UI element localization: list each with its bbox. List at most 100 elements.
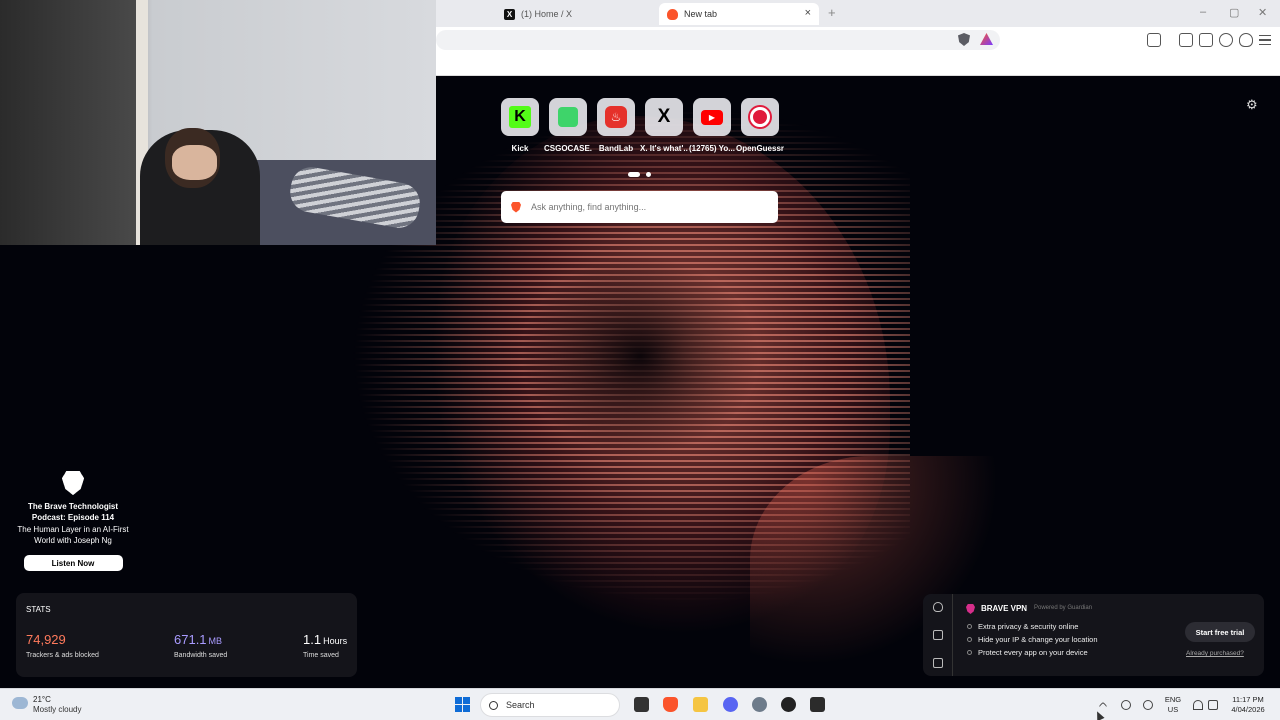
menu-icon[interactable] bbox=[1259, 35, 1271, 45]
address-bar[interactable] bbox=[436, 30, 1000, 50]
onedrive-icon[interactable] bbox=[1121, 700, 1131, 710]
tab-new-tab[interactable]: New tab × bbox=[659, 3, 819, 25]
webcam-door bbox=[0, 0, 140, 245]
brave-taskbar-icon[interactable] bbox=[663, 697, 678, 712]
settings-icon[interactable] bbox=[752, 697, 767, 712]
pager-dot-active[interactable] bbox=[628, 172, 640, 177]
language-indicator[interactable]: ENG US bbox=[1163, 695, 1183, 715]
bandwidth-value: 671.1 bbox=[174, 632, 207, 647]
youtube-icon: ▶ bbox=[701, 109, 723, 125]
kick-icon: K bbox=[509, 106, 531, 128]
search-icon bbox=[489, 700, 498, 710]
taskbar-search[interactable]: Search bbox=[480, 693, 620, 717]
task-view-icon[interactable] bbox=[634, 697, 649, 712]
stat-bandwidth: 671.1 MB Bandwidth saved bbox=[174, 631, 227, 659]
close-window-button[interactable]: ✕ bbox=[1258, 6, 1267, 19]
windows-taskbar: 21°C Mostly cloudy Search ENG US 11:17 PM… bbox=[0, 688, 1280, 720]
vpn-feature-text: Extra privacy & security online bbox=[978, 622, 1079, 631]
rewards-icon[interactable] bbox=[933, 630, 943, 640]
podcast-promo: The Brave Technologist Podcast: Episode … bbox=[14, 471, 132, 571]
stat-trackers: 74,929 Trackers & ads blocked bbox=[26, 631, 99, 659]
stats-widget: STATS 74,929 Trackers & ads blocked 671.… bbox=[16, 593, 357, 677]
vpn-title: BRAVE VPN bbox=[981, 604, 1028, 613]
vpn-widget: BRAVE VPN Powered by Guardian Extra priv… bbox=[923, 594, 1264, 676]
vpn-feature-text: Hide your IP & change your location bbox=[978, 635, 1098, 644]
brave-logo-icon bbox=[511, 201, 521, 213]
top-site-csgocase[interactable]: CSGOCASE... bbox=[544, 98, 592, 153]
top-site-label: OpenGuessr bbox=[736, 144, 784, 153]
top-site-label: CSGOCASE... bbox=[544, 144, 592, 153]
check-icon bbox=[967, 650, 972, 655]
screen: X (1) Home / X New tab × + – ▢ ✕ ⚙ K Kic… bbox=[0, 0, 1280, 720]
stats-title: STATS bbox=[26, 605, 51, 614]
vpn-powered-by: Powered by Guardian bbox=[1034, 605, 1093, 611]
new-tab-button[interactable]: + bbox=[828, 5, 836, 20]
top-site-label: Kick bbox=[511, 144, 529, 153]
vpn-shield-icon[interactable] bbox=[933, 602, 943, 612]
wallet-icon[interactable] bbox=[1199, 33, 1213, 47]
minimize-button[interactable]: – bbox=[1200, 6, 1206, 18]
top-site-x[interactable]: X X. It's what'... bbox=[640, 98, 688, 153]
top-sites: K Kick CSGOCASE... ♨ BandLab X X. It's w… bbox=[496, 98, 786, 158]
bandlab-icon: ♨ bbox=[605, 106, 627, 128]
cards-icon[interactable] bbox=[933, 658, 943, 668]
top-site-label: BandLab bbox=[598, 144, 634, 153]
reader-icon[interactable] bbox=[1147, 33, 1161, 47]
close-tab-icon[interactable]: × bbox=[805, 7, 811, 19]
region-text: US bbox=[1167, 705, 1179, 714]
bandwidth-label: Bandwidth saved bbox=[174, 652, 228, 659]
brave-lion-icon bbox=[62, 471, 84, 495]
top-site-bandlab[interactable]: ♨ BandLab bbox=[592, 98, 640, 153]
time-text: 11:17 PM bbox=[1232, 695, 1264, 704]
webcam-overlay bbox=[0, 0, 436, 245]
time-unit: Hours bbox=[323, 636, 348, 646]
bandwidth-unit: MB bbox=[208, 636, 223, 646]
x-icon: X bbox=[657, 106, 671, 127]
brave-icon bbox=[667, 8, 678, 20]
top-site-kick[interactable]: K Kick bbox=[496, 98, 544, 153]
start-button[interactable] bbox=[455, 697, 470, 712]
listen-now-button[interactable]: Listen Now bbox=[23, 555, 123, 571]
cloud-icon bbox=[12, 697, 28, 709]
search-input[interactable] bbox=[531, 202, 761, 212]
taskbar-search-label: Search bbox=[506, 700, 535, 710]
vpn-feature: Protect every app on your device bbox=[967, 648, 1088, 657]
vpn-feature: Extra privacy & security online bbox=[967, 622, 1078, 631]
search-box[interactable] bbox=[501, 191, 778, 223]
promo-subtitle: The Human Layer in an AI-First World wit… bbox=[17, 525, 129, 545]
leo-ai-icon[interactable] bbox=[1219, 33, 1233, 47]
time-value: 1.1 bbox=[303, 632, 322, 647]
vpn-feature-text: Protect every app on your device bbox=[978, 648, 1088, 657]
start-free-trial-button[interactable]: Start free trial bbox=[1185, 622, 1255, 642]
pager-dot[interactable] bbox=[646, 172, 652, 177]
top-site-openguessr[interactable]: OpenGuessr bbox=[736, 98, 784, 153]
top-sites-pager bbox=[628, 164, 653, 182]
tab-x-home[interactable]: X (1) Home / X bbox=[496, 3, 656, 25]
trackers-label: Trackers & ads blocked bbox=[26, 652, 99, 659]
vpn-feature: Hide your IP & change your location bbox=[967, 635, 1098, 644]
check-icon bbox=[967, 624, 972, 629]
top-site-youtube[interactable]: ▶ (12765) Yo... bbox=[688, 98, 736, 153]
sidebar-icon[interactable] bbox=[1179, 33, 1193, 47]
openguessr-icon bbox=[750, 107, 770, 127]
x-icon: X bbox=[504, 8, 515, 20]
vpn-logo-icon bbox=[966, 604, 975, 614]
trackers-value: 74,929 bbox=[26, 632, 66, 647]
vpn-icon[interactable] bbox=[1239, 33, 1253, 47]
volume-icon[interactable] bbox=[1208, 700, 1218, 710]
epic-games-icon[interactable] bbox=[810, 697, 825, 712]
promo-title: The Brave Technologist Podcast: Episode … bbox=[27, 502, 119, 522]
weather-temp: 21°C bbox=[33, 695, 51, 704]
discord-icon[interactable] bbox=[723, 697, 738, 712]
art-face-shadow bbox=[520, 256, 760, 456]
clock[interactable]: 11:17 PM 4/04/2026 bbox=[1226, 695, 1270, 715]
microphone-icon[interactable] bbox=[1143, 700, 1153, 710]
maximize-button[interactable]: ▢ bbox=[1229, 6, 1239, 19]
weather-desc: Mostly cloudy bbox=[33, 705, 82, 714]
obs-icon[interactable] bbox=[781, 697, 796, 712]
widget-rail bbox=[923, 594, 953, 676]
wifi-icon[interactable] bbox=[1193, 700, 1203, 710]
gear-icon[interactable]: ⚙ bbox=[1246, 97, 1258, 113]
file-explorer-icon[interactable] bbox=[693, 697, 708, 712]
already-purchased-link[interactable]: Already purchased? bbox=[1186, 650, 1244, 657]
